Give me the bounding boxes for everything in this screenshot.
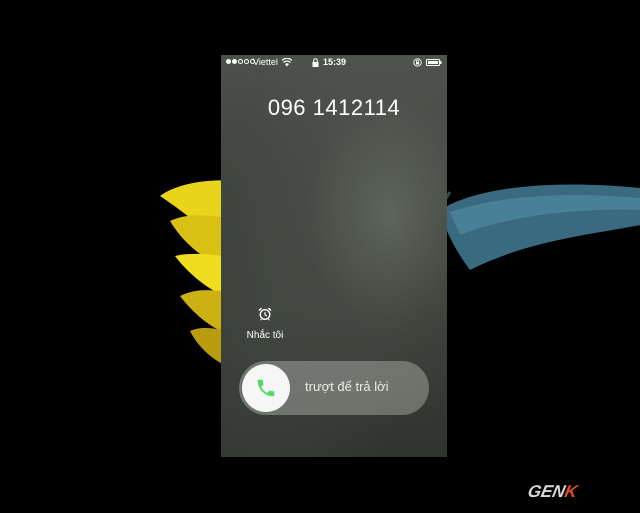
phone-screen: Viettel 15:39 096 1412114 Nhắc tôi trượt… (221, 55, 447, 457)
signal-strength-icon (226, 59, 255, 64)
phone-icon (257, 379, 275, 397)
watermark-brand-main: GEN (526, 482, 567, 501)
lock-icon (312, 58, 319, 67)
leaf-background (440, 184, 640, 270)
wifi-icon (282, 58, 292, 67)
status-time: 15:39 (323, 57, 347, 67)
remind-me-label: Nhắc tôi (246, 330, 284, 341)
battery-icon (426, 59, 442, 66)
remind-me-button[interactable]: Nhắc tôi (243, 307, 287, 343)
answer-slider-knob[interactable] (242, 364, 290, 412)
rotation-lock-icon (413, 58, 422, 67)
carrier-name: Viettel (253, 57, 278, 67)
status-bar: Viettel 15:39 (221, 55, 447, 71)
genk-watermark-logo: GENK (526, 482, 579, 502)
slide-to-answer-track[interactable]: trượt để trả lời (239, 361, 429, 415)
lock-screen-photo: Viettel 15:39 096 1412114 Nhắc tôi trượt… (0, 0, 640, 513)
slide-to-answer-label: trượt để trả lời (305, 379, 389, 394)
caller-number: 096 1412114 (267, 95, 401, 120)
watermark-brand-accent: K (562, 482, 580, 501)
alarm-clock-icon (258, 307, 272, 321)
